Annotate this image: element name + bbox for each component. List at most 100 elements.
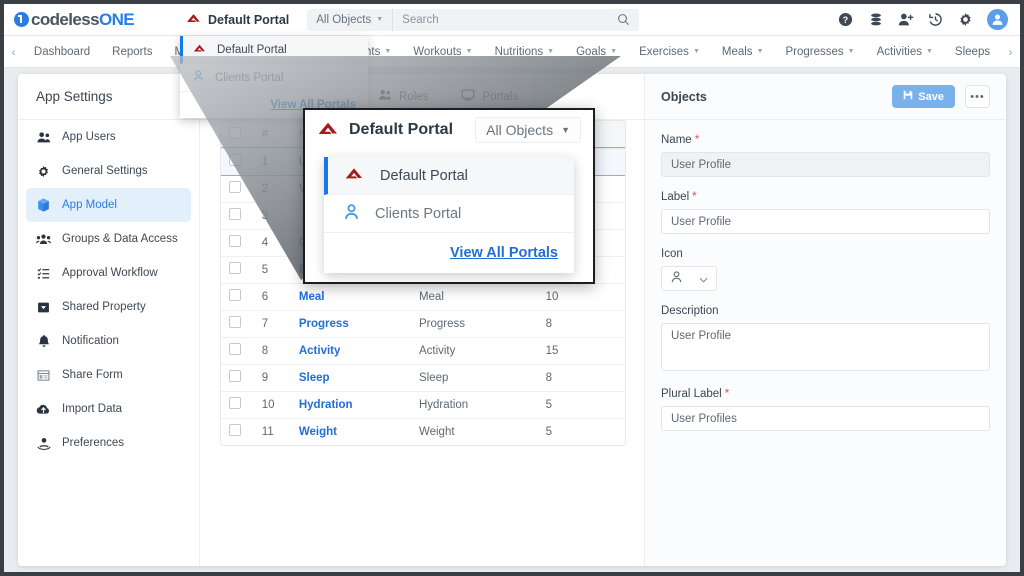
row-checkbox[interactable] bbox=[229, 181, 241, 193]
sidebar-item-label: Shared Property bbox=[62, 301, 146, 313]
table-row[interactable]: 7 Progress Progress 8 bbox=[221, 310, 625, 338]
cloud-upload-icon bbox=[36, 403, 51, 415]
icon-select[interactable] bbox=[661, 266, 717, 291]
table-row[interactable]: 10 Hydration Hydration 5 bbox=[221, 391, 625, 419]
group-icon bbox=[36, 233, 51, 246]
table-row[interactable]: 6 Meal Meal 10 bbox=[221, 283, 625, 311]
nav-item-nutritions[interactable]: Nutritions ▼ bbox=[484, 36, 566, 68]
more-options-button[interactable]: ••• bbox=[965, 85, 990, 108]
svg-text:?: ? bbox=[843, 15, 848, 25]
field-group-plural-label: Plural Label * bbox=[661, 388, 990, 431]
row-index: 8 bbox=[253, 337, 291, 365]
callout-view-all-portals-link[interactable]: View All Portals bbox=[450, 245, 558, 261]
row-name[interactable]: Activity bbox=[290, 337, 411, 365]
row-checkbox-cell bbox=[221, 364, 254, 392]
sidebar-item-label: App Users bbox=[62, 131, 116, 143]
portal-selector[interactable]: Default Portal bbox=[172, 4, 303, 36]
sidebar-item-approval-workflow[interactable]: Approval Workflow bbox=[26, 256, 191, 290]
field-group-label: Label * bbox=[661, 191, 990, 234]
magnified-callout: Default Portal All Objects ▼ Default Por… bbox=[303, 108, 595, 284]
portal-logo-icon bbox=[186, 12, 201, 28]
table-row[interactable]: 9 Sleep Sleep 8 bbox=[221, 364, 625, 392]
label-input[interactable] bbox=[661, 209, 990, 234]
description-field-label: Description bbox=[661, 305, 990, 317]
nav-item-sleeps[interactable]: Sleeps bbox=[944, 36, 1001, 68]
save-button[interactable]: Save bbox=[892, 85, 955, 108]
row-checkbox[interactable] bbox=[229, 316, 241, 328]
sidebar-item-shared-property[interactable]: Shared Property bbox=[26, 290, 191, 324]
row-name[interactable]: Weight bbox=[291, 418, 411, 445]
label-text: Description bbox=[661, 305, 719, 317]
sidebar-item-general-settings[interactable]: General Settings bbox=[26, 154, 191, 188]
sidebar-item-notification[interactable]: Notification bbox=[26, 324, 191, 358]
portal-dropdown-menu: Default Portal Clients Portal View All P… bbox=[180, 36, 368, 118]
row-checkbox[interactable] bbox=[229, 424, 241, 437]
help-icon[interactable]: ? bbox=[837, 11, 854, 28]
nav-scroll-left-icon[interactable]: ‹ bbox=[4, 45, 23, 59]
chevron-down-icon: ▼ bbox=[610, 48, 618, 55]
row-checkbox[interactable] bbox=[229, 397, 241, 409]
sidebar-item-app-model[interactable]: App Model bbox=[26, 188, 191, 222]
row-name[interactable]: Hydration bbox=[290, 391, 411, 419]
row-checkbox-cell bbox=[221, 148, 254, 176]
row-index: 4 bbox=[253, 229, 291, 257]
search-input[interactable] bbox=[393, 13, 618, 26]
row-name[interactable]: Sleep bbox=[290, 364, 411, 392]
callout-scope-dropdown[interactable]: All Objects ▼ bbox=[475, 117, 581, 143]
portal-dropdown-item-clients[interactable]: Clients Portal bbox=[180, 64, 368, 92]
row-name[interactable]: Meal bbox=[290, 283, 411, 311]
row-checkbox[interactable] bbox=[229, 370, 241, 382]
row-checkbox[interactable] bbox=[229, 343, 241, 355]
row-checkbox[interactable] bbox=[229, 154, 241, 166]
nav-item-workouts[interactable]: Workouts ▼ bbox=[402, 36, 483, 68]
nav-item-meals[interactable]: Meals ▼ bbox=[711, 36, 775, 68]
search-scope-dropdown[interactable]: All Objects ▼ bbox=[307, 8, 394, 31]
database-icon[interactable] bbox=[867, 11, 884, 28]
nav-item-reports[interactable]: Reports bbox=[101, 36, 163, 68]
sidebar-title: App Settings bbox=[18, 74, 199, 120]
nav-label: Progresses bbox=[785, 45, 844, 58]
callout-portal-selector[interactable]: Default Portal bbox=[317, 120, 453, 141]
portal-dropdown-item-default[interactable]: Default Portal bbox=[180, 36, 368, 64]
select-all-checkbox[interactable] bbox=[229, 126, 241, 139]
sidebar-item-preferences[interactable]: Preferences bbox=[26, 426, 191, 460]
row-fields: 15 bbox=[537, 337, 625, 365]
table-row[interactable]: 8 Activity Activity 15 bbox=[221, 337, 625, 365]
nav-item-goals[interactable]: Goals ▼ bbox=[565, 36, 628, 68]
nav-item-exercises[interactable]: Exercises ▼ bbox=[628, 36, 711, 68]
gear-icon[interactable] bbox=[957, 11, 974, 28]
row-checkbox[interactable] bbox=[229, 262, 241, 274]
app-logo[interactable]: codeless ONE bbox=[4, 10, 172, 30]
row-index: 3 bbox=[253, 202, 291, 230]
name-input[interactable] bbox=[661, 152, 990, 177]
detail-header-actions: Save ••• bbox=[892, 85, 990, 108]
row-fields: 8 bbox=[537, 364, 625, 392]
avatar[interactable] bbox=[987, 9, 1008, 30]
column-index[interactable]: # bbox=[253, 121, 291, 149]
row-checkbox-cell bbox=[221, 391, 254, 419]
nav-scroll-right-icon[interactable]: › bbox=[1001, 45, 1020, 59]
row-checkbox[interactable] bbox=[229, 235, 241, 247]
search-icon[interactable] bbox=[617, 13, 639, 26]
chevron-down-icon: ▼ bbox=[465, 48, 473, 55]
description-textarea[interactable]: User Profile bbox=[661, 323, 990, 371]
row-name[interactable]: Progress bbox=[290, 310, 411, 338]
sidebar-item-share-form[interactable]: Share Form bbox=[26, 358, 191, 392]
sidebar-item-app-users[interactable]: App Users bbox=[26, 120, 191, 154]
row-checkbox[interactable] bbox=[229, 208, 241, 220]
add-user-icon[interactable] bbox=[897, 11, 914, 28]
callout-item-clients-portal[interactable]: Clients Portal bbox=[324, 195, 574, 233]
nav-item-progresses[interactable]: Progresses ▼ bbox=[775, 36, 866, 68]
row-checkbox-cell bbox=[221, 256, 254, 284]
nav-item-activities[interactable]: Activities ▼ bbox=[866, 36, 944, 68]
nav-item-dashboard[interactable]: Dashboard bbox=[23, 36, 101, 68]
table-row[interactable]: 11 Weight Weight 5 bbox=[221, 418, 625, 445]
history-icon[interactable] bbox=[927, 11, 944, 28]
portal-logo-icon bbox=[317, 120, 339, 141]
sidebar-item-groups-data-access[interactable]: Groups & Data Access bbox=[26, 222, 191, 256]
row-index: 10 bbox=[253, 391, 291, 419]
plural-label-input[interactable] bbox=[661, 406, 990, 431]
row-checkbox[interactable] bbox=[229, 289, 241, 301]
callout-item-default-portal[interactable]: Default Portal bbox=[324, 157, 574, 195]
sidebar-item-import-data[interactable]: Import Data bbox=[26, 392, 191, 426]
